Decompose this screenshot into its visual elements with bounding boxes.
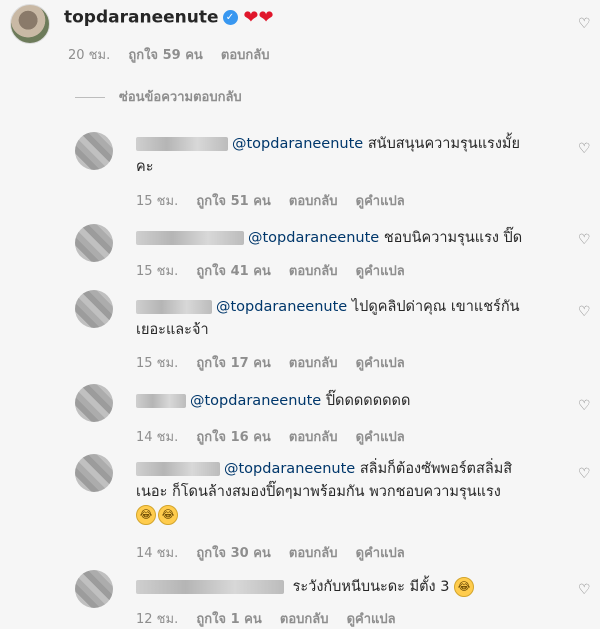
reply-meta: 14 ชม. ถูกใจ 16 คน ตอบกลับ ดูคำแปล — [136, 426, 419, 447]
likes-count[interactable]: ถูกใจ 51 คน — [196, 194, 270, 209]
heart-emoji: ❤❤ — [243, 7, 274, 28]
reply-body-continued: เยอะและจ้า — [136, 322, 209, 338]
heart-icon[interactable]: ♡ — [578, 233, 592, 247]
username-row: topdaraneenute ✓ ❤❤ — [64, 7, 274, 28]
see-translation-button[interactable]: ดูคำแปล — [356, 546, 405, 561]
heart-icon[interactable]: ♡ — [578, 399, 592, 413]
blurred-username — [136, 231, 244, 245]
reply-button[interactable]: ตอบกลับ — [289, 194, 338, 209]
see-translation-button[interactable]: ดูคำแปล — [356, 356, 405, 371]
likes-count[interactable]: ถูกใจ 59 คน — [128, 48, 202, 63]
avatar[interactable] — [75, 384, 113, 422]
laughing-emoji-icon: 😂 — [158, 505, 178, 525]
divider — [75, 97, 105, 98]
reply-body: สนับสนุนความรุนแรงมั้ย — [367, 136, 520, 152]
reply-meta: 12 ชม. ถูกใจ 1 คน ตอบกลับ ดูคำแปล — [136, 608, 410, 629]
likes-count[interactable]: ถูกใจ 30 คน — [196, 546, 270, 561]
reply-time: 14 ชม. — [136, 430, 179, 445]
comment-time: 20 ชม. — [68, 48, 111, 63]
heart-icon[interactable]: ♡ — [578, 17, 592, 31]
reply-meta: 15 ชม. ถูกใจ 41 คน ตอบกลับ ดูคำแปล — [136, 260, 419, 281]
reply-meta: 15 ชม. ถูกใจ 17 คน ตอบกลับ ดูคำแปล — [136, 352, 419, 373]
reply-time: 15 ชม. — [136, 264, 179, 279]
comment-thread: topdaraneenute ✓ ❤❤ 20 ชม. ถูกใจ 59 คน ตอ… — [0, 0, 600, 627]
reply-body: ชอบนิความรุนแรง ปิ๊ด — [383, 230, 523, 246]
avatar[interactable] — [10, 4, 50, 44]
likes-count[interactable]: ถูกใจ 16 คน — [196, 430, 270, 445]
reply-item: @topdaraneenute สลิ่มก็ต้องซัพพอร์ตสลิ่ม… — [75, 452, 591, 564]
reply-body-continued: คะ — [136, 159, 154, 175]
verified-badge-icon: ✓ — [222, 10, 238, 25]
avatar[interactable] — [75, 290, 113, 328]
reply-meta: 15 ชม. ถูกใจ 51 คน ตอบกลับ ดูคำแปล — [136, 190, 419, 211]
blurred-username — [136, 462, 220, 476]
blurred-username — [136, 300, 212, 314]
avatar[interactable] — [75, 224, 113, 262]
avatar[interactable] — [75, 132, 113, 170]
username[interactable]: topdaraneenute — [64, 8, 219, 28]
blurred-username — [136, 137, 228, 151]
reply-button[interactable]: ตอบกลับ — [289, 430, 338, 445]
reply-body: ไปดูคลิปด่าคุณ เขาแชร์กัน — [351, 299, 520, 315]
laughing-emoji-icon: 😂 — [136, 505, 156, 525]
reply-body: ปิ๊ดดดดดดดด — [325, 393, 411, 409]
see-translation-button[interactable]: ดูคำแปล — [347, 612, 396, 627]
laughing-emoji-icon: 😂 — [454, 577, 475, 597]
reply-body: สลิ่มก็ต้องซัพพอร์ตสลิ่มสิ — [359, 461, 513, 477]
reply-item: ระวังกับหนีบนะดะ มีตั้ง 3 😂 12 ชม. ถูกใจ… — [75, 570, 591, 629]
reply-meta: 14 ชม. ถูกใจ 30 คน ตอบกลับ ดูคำแปล — [136, 542, 419, 563]
reply-item: @topdaraneenute ชอบนิความรุนแรง ปิ๊ด 15 … — [75, 222, 591, 282]
likes-count[interactable]: ถูกใจ 41 คน — [196, 264, 270, 279]
reply-time: 12 ชม. — [136, 612, 179, 627]
hide-replies-label: ซ่อนข้อความตอบกลับ — [119, 90, 242, 105]
see-translation-button[interactable]: ดูคำแปล — [356, 194, 405, 209]
reply-body-continued: เนอะ ก็โดนล้างสมองปิ๊ดๆมาพร้อมกัน พวกชอบ… — [136, 484, 501, 500]
reply-item: @topdaraneenute ปิ๊ดดดดดดดด 14 ชม. ถูกใจ… — [75, 384, 591, 447]
reply-button[interactable]: ตอบกลับ — [289, 264, 338, 279]
likes-count[interactable]: ถูกใจ 17 คน — [196, 356, 270, 371]
reply-text: @topdaraneenute สนับสนุนความรุนแรงมั้ย ค… — [136, 133, 556, 179]
see-translation-button[interactable]: ดูคำแปล — [356, 264, 405, 279]
blurred-username — [136, 394, 186, 408]
hide-replies-button[interactable]: ซ่อนข้อความตอบกลับ — [75, 86, 242, 107]
reply-time: 15 ชม. — [136, 194, 179, 209]
reply-text: ระวังกับหนีบนะดะ มีตั้ง 3 😂 — [136, 576, 576, 599]
reply-button[interactable]: ตอบกลับ — [289, 356, 338, 371]
mention-link[interactable]: @topdaraneenute — [216, 299, 347, 315]
reply-text: @topdaraneenute สลิ่มก็ต้องซัพพอร์ตสลิ่ม… — [136, 458, 566, 527]
mention-link[interactable]: @topdaraneenute — [224, 461, 355, 477]
heart-icon[interactable]: ♡ — [578, 305, 592, 319]
reply-body: ระวังกับหนีบนะดะ มีตั้ง 3 — [292, 579, 450, 595]
mention-link[interactable]: @topdaraneenute — [232, 136, 363, 152]
heart-icon[interactable]: ♡ — [578, 583, 592, 597]
heart-icon[interactable]: ♡ — [578, 142, 592, 156]
heart-icon[interactable]: ♡ — [578, 467, 592, 481]
reply-item: @topdaraneenute ไปดูคลิปด่าคุณ เขาแชร์กั… — [75, 290, 591, 374]
reply-text: @topdaraneenute ไปดูคลิปด่าคุณ เขาแชร์กั… — [136, 296, 556, 342]
avatar[interactable] — [75, 570, 113, 608]
reply-text: @topdaraneenute ปิ๊ดดดดดดดด — [136, 390, 556, 413]
reply-time: 15 ชม. — [136, 356, 179, 371]
reply-button[interactable]: ตอบกลับ — [280, 612, 329, 627]
comment-meta: 20 ชม. ถูกใจ 59 คน ตอบกลับ — [68, 44, 284, 65]
mention-link[interactable]: @topdaraneenute — [190, 393, 321, 409]
mention-link[interactable]: @topdaraneenute — [248, 230, 379, 246]
see-translation-button[interactable]: ดูคำแปล — [356, 430, 405, 445]
reply-time: 14 ชม. — [136, 546, 179, 561]
reply-button[interactable]: ตอบกลับ — [289, 546, 338, 561]
avatar[interactable] — [75, 454, 113, 492]
likes-count[interactable]: ถูกใจ 1 คน — [196, 612, 261, 627]
reply-text: @topdaraneenute ชอบนิความรุนแรง ปิ๊ด — [136, 227, 576, 250]
reply-item: @topdaraneenute สนับสนุนความรุนแรงมั้ย ค… — [75, 126, 591, 216]
blurred-username — [136, 580, 284, 594]
reply-button[interactable]: ตอบกลับ — [221, 48, 270, 63]
top-comment: topdaraneenute ✓ ❤❤ 20 ชม. ถูกใจ 59 คน ตอ… — [10, 4, 592, 65]
